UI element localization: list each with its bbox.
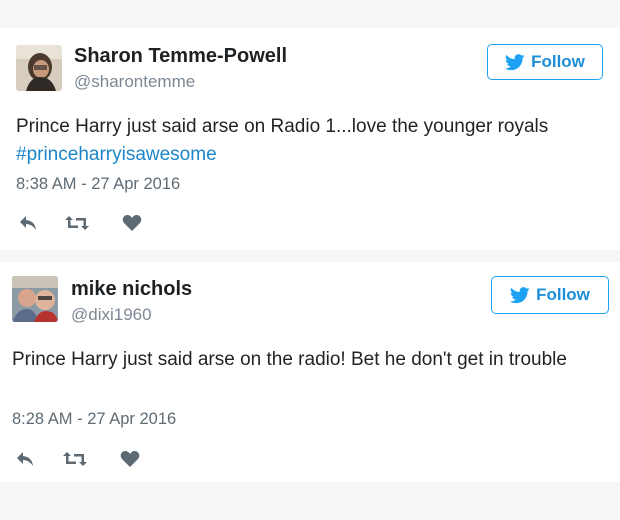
follow-label: Follow — [531, 52, 585, 71]
retweet-icon[interactable] — [64, 214, 90, 237]
avatar[interactable] — [12, 276, 58, 322]
follow-label: Follow — [536, 285, 590, 304]
twitter-bird-icon — [510, 286, 530, 304]
like-heart-icon[interactable] — [120, 450, 140, 473]
timestamp[interactable]: 8:38 AM - 27 Apr 2016 — [16, 175, 180, 194]
tweet-card: Sharon Temme-Powell @sharontemme Follow … — [0, 28, 620, 250]
tweet-body: Prince Harry just said arse on the radio… — [12, 349, 567, 370]
timestamp[interactable]: 8:28 AM - 27 Apr 2016 — [12, 410, 176, 429]
tweet-feed: Sharon Temme-Powell @sharontemme Follow … — [0, 0, 620, 520]
avatar[interactable] — [16, 45, 62, 91]
twitter-bird-icon — [505, 53, 525, 71]
reply-icon[interactable] — [18, 214, 38, 237]
tweet-body: Prince Harry just said arse on Radio 1..… — [16, 116, 549, 137]
avatar-photo — [12, 276, 58, 322]
follow-button[interactable]: Follow — [487, 44, 603, 80]
hashtag-link[interactable]: #princeharryisawesome — [16, 141, 612, 169]
user-handle[interactable]: @sharontemme — [74, 72, 195, 92]
reply-icon[interactable] — [15, 450, 35, 473]
tweet-text: Prince Harry just said arse on the radio… — [12, 346, 608, 374]
display-name[interactable]: Sharon Temme-Powell — [74, 45, 287, 68]
tweet-card: mike nichols @dixi1960 Follow Prince Har… — [0, 262, 620, 482]
follow-button[interactable]: Follow — [491, 276, 609, 314]
display-name[interactable]: mike nichols — [71, 278, 192, 301]
retweet-icon[interactable] — [62, 450, 88, 473]
tweet-text: Prince Harry just said arse on Radio 1..… — [16, 113, 612, 169]
avatar-photo — [16, 45, 62, 91]
user-handle[interactable]: @dixi1960 — [71, 305, 152, 325]
like-heart-icon[interactable] — [122, 214, 142, 237]
